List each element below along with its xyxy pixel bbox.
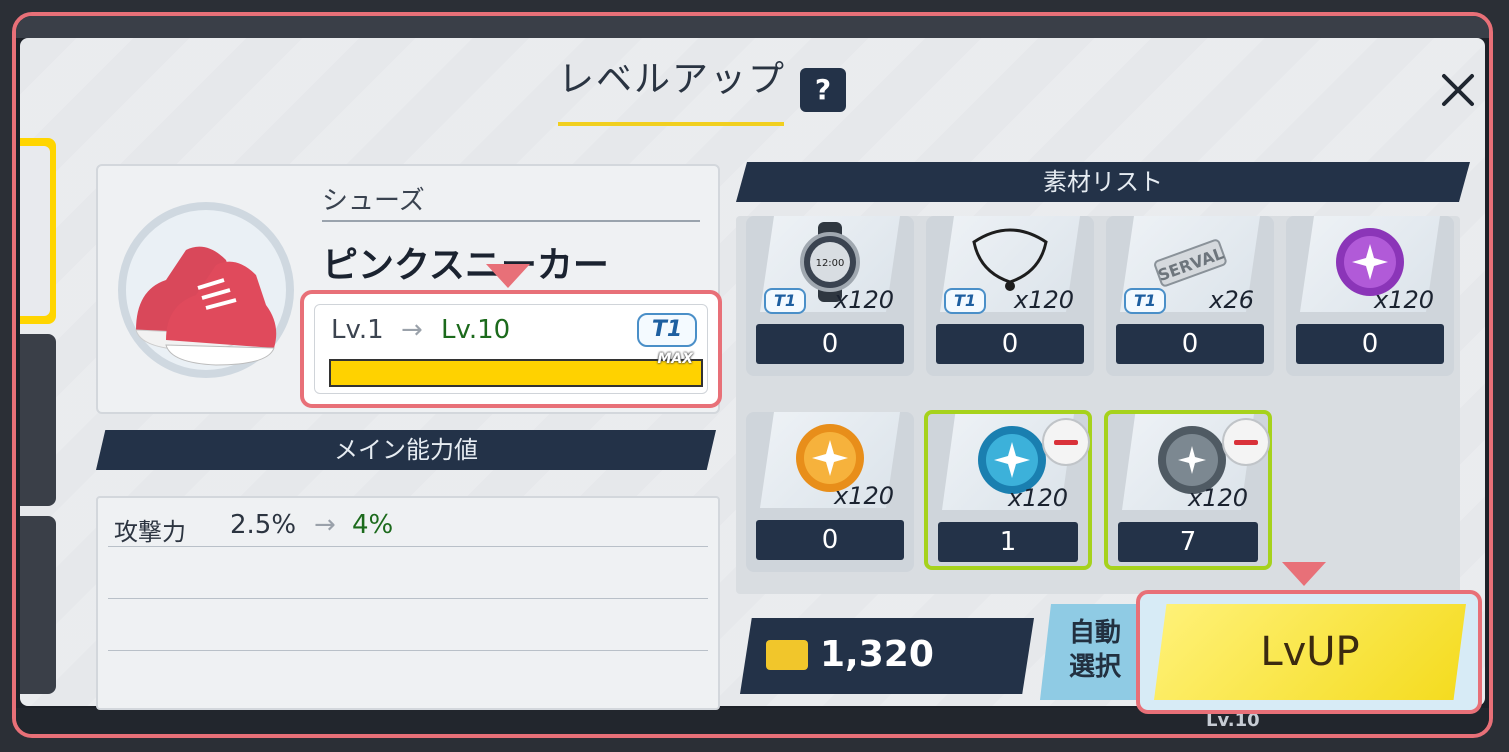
item-category: シューズ [322, 186, 425, 216]
stats-header: メイン能力値 [96, 430, 716, 470]
level-preview-box: Lv.1 → Lv.10 T1 MAX [300, 290, 722, 408]
material-card-selected[interactable]: x120 1 [924, 410, 1092, 570]
stat-name: 攻撃力 [114, 518, 186, 546]
currency-display: 1,320 [740, 618, 1034, 694]
side-tab-2[interactable] [20, 334, 56, 506]
max-label: MAX [657, 351, 693, 367]
level-preview-inner: Lv.1 → Lv.10 T1 MAX [314, 304, 708, 394]
material-selected-count: 0 [756, 324, 904, 364]
material-quantity: x120 [1013, 286, 1074, 314]
side-tab-shoes[interactable] [20, 138, 56, 324]
item-name: ピンクスニーカー [322, 245, 609, 286]
stat-divider [108, 650, 708, 651]
material-selected-count: 0 [1116, 324, 1264, 364]
material-quantity: x120 [833, 482, 894, 510]
minus-icon[interactable] [1042, 418, 1090, 466]
title-underline [558, 122, 784, 126]
level-from: Lv.1 [331, 315, 384, 345]
divider [322, 220, 700, 222]
game-window: Lv.10 レベルアップ ? シューズ ピンクスニーカー Lv.1 → Lv.1… [12, 12, 1493, 738]
minus-icon[interactable] [1222, 418, 1270, 466]
svg-text:12:00: 12:00 [816, 258, 845, 269]
tutorial-pointer-icon [486, 264, 530, 288]
stat-row: 攻撃力 2.5% → 4% [98, 498, 718, 548]
tier-badge: T1 [944, 288, 986, 314]
material-selected-count: 0 [756, 520, 904, 560]
tier-badge: T1 [637, 313, 697, 347]
stat-divider [108, 598, 708, 599]
material-selected-count: 0 [1296, 324, 1444, 364]
material-selected-count: 0 [936, 324, 1084, 364]
auto-select-button[interactable]: 自動 選択 [1040, 604, 1150, 700]
credit-card-icon [766, 640, 808, 670]
stats-list: 攻撃力 2.5% → 4% [96, 496, 720, 710]
stat-from: 2.5% [230, 510, 297, 540]
xp-progress-bar [329, 359, 703, 387]
background-top [16, 16, 1489, 38]
material-card[interactable]: SERVAL T1 x26 0 [1106, 216, 1274, 376]
material-quantity: x120 [1007, 484, 1068, 512]
material-quantity: x120 [833, 286, 894, 314]
tier-badge: T1 [764, 288, 806, 314]
material-selected-count: 1 [938, 522, 1078, 562]
dialog-title: レベルアップ [558, 59, 787, 100]
material-quantity: x120 [1187, 484, 1248, 512]
stat-to: 4% [352, 510, 394, 540]
level-to: Lv.10 [441, 315, 511, 345]
arrow-right-icon: → [314, 510, 336, 540]
level-up-dialog: レベルアップ ? シューズ ピンクスニーカー Lv.1 → Lv.10 T1 M… [20, 38, 1485, 714]
currency-value: 1,320 [820, 634, 934, 675]
sneaker-icon [118, 202, 294, 378]
material-quantity: x120 [1373, 286, 1434, 314]
material-selected-count: 7 [1118, 522, 1258, 562]
material-quantity: x26 [1209, 286, 1254, 314]
lvup-button[interactable]: LvUP [1154, 604, 1466, 700]
close-icon[interactable] [1436, 68, 1480, 112]
arrow-right-icon: → [401, 315, 423, 345]
tier-badge: T1 [1124, 288, 1166, 314]
material-card[interactable]: T1 x120 0 [926, 216, 1094, 376]
side-tab-3[interactable] [20, 516, 56, 694]
material-card-selected[interactable]: x120 7 [1104, 410, 1272, 570]
materials-header: 素材リスト [736, 162, 1470, 202]
material-card[interactable]: x120 0 [1286, 216, 1454, 376]
material-card[interactable]: x120 0 [746, 412, 914, 572]
help-button[interactable]: ? [800, 68, 846, 112]
materials-grid: 12:00 T1 x120 0 T1 x120 0 SERVAL T1 x26 … [736, 216, 1460, 594]
lvup-highlight: LvUP [1136, 590, 1482, 714]
material-card[interactable]: 12:00 T1 x120 0 [746, 216, 914, 376]
stat-divider [108, 546, 708, 547]
auto-select-label-1: 自動 [1068, 618, 1121, 648]
tutorial-pointer-icon [1282, 562, 1326, 586]
auto-select-label-2: 選択 [1068, 652, 1121, 682]
